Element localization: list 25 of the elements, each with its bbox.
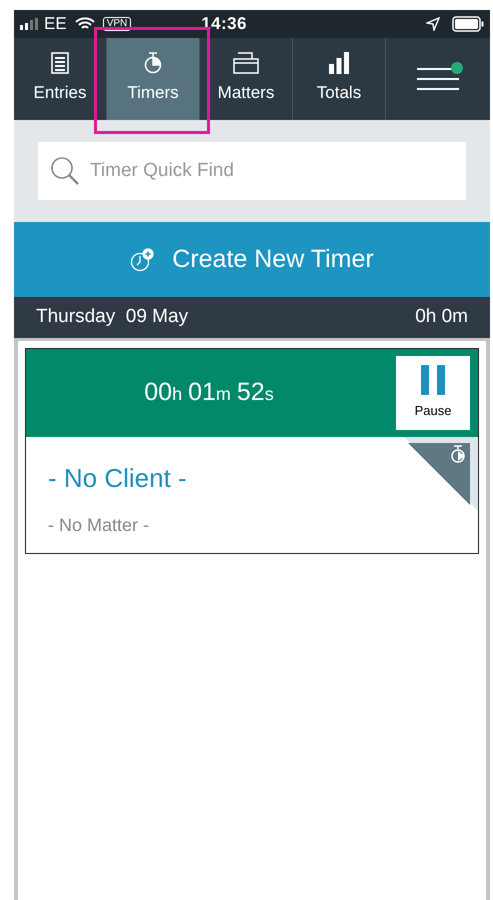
client-name: - No Client - [48, 462, 188, 495]
nav-tab[interactable]: Totals [293, 38, 385, 120]
carrier-name: EE [44, 13, 67, 36]
pause-button[interactable]: Pause [396, 356, 470, 430]
bar-chart-icon [328, 52, 350, 74]
list-icon [51, 52, 69, 74]
nav-tab[interactable]: Entries [14, 38, 106, 120]
stopwatch-icon [143, 52, 163, 74]
battery-icon [452, 16, 484, 32]
signal-icon [20, 18, 40, 30]
matter-name: - No Matter - [48, 514, 150, 537]
search-icon [50, 156, 80, 186]
location-arrow-icon [426, 17, 440, 31]
day-total: 0h 0m [415, 305, 468, 330]
day-date: Thursday 09 May [36, 305, 188, 330]
folder-icon [233, 52, 259, 74]
pause-icon [421, 365, 445, 396]
nav-tab[interactable]: Matters [200, 38, 292, 120]
timer-card[interactable]: 00h 01m 52s Pause - No Client - - No Matter - [25, 348, 479, 554]
search-field[interactable]: Timer Quick Find [38, 142, 466, 200]
vpn-badge: VPN [102, 17, 132, 31]
clock-plus-icon [130, 248, 154, 272]
elapsed-time: 00h 01m 52s [143, 377, 275, 408]
wifi-icon [74, 17, 95, 31]
nav-tab[interactable]: Timers [107, 38, 199, 120]
